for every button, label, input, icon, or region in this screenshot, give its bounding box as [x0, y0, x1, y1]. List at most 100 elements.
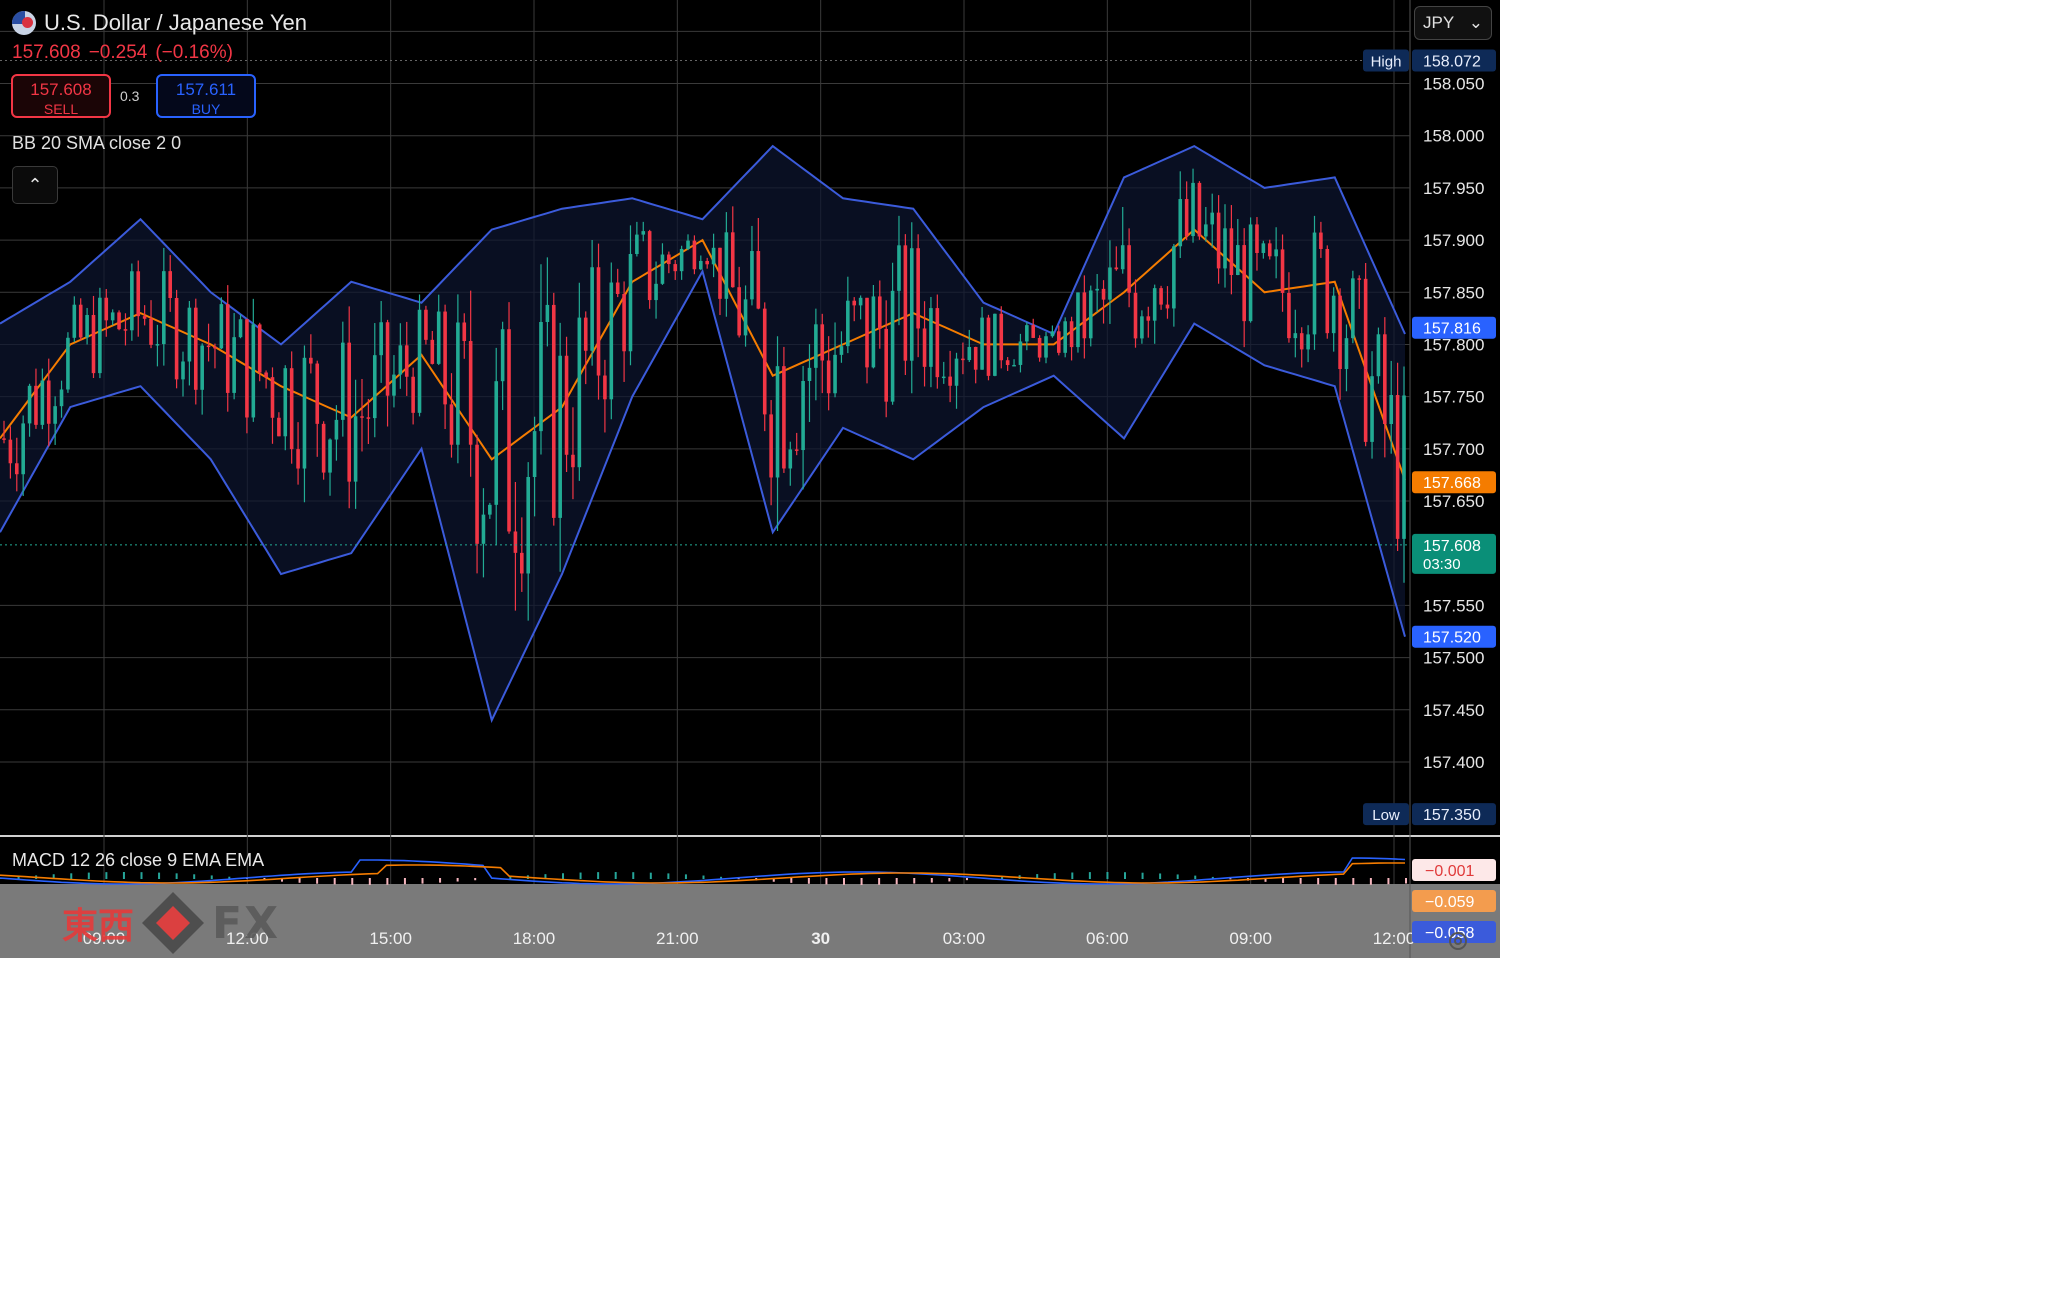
- candle-body: [328, 439, 332, 473]
- candle-body: [1063, 321, 1067, 353]
- macd-histogram-bar: [1369, 878, 1372, 885]
- candle-body: [980, 317, 984, 370]
- candle-body: [500, 329, 505, 382]
- candle-body: [788, 449, 793, 469]
- candle-body: [98, 297, 102, 374]
- candle-body: [948, 376, 952, 386]
- macd-histogram-bar: [87, 872, 90, 879]
- candle-body: [897, 245, 901, 291]
- candle-body: [782, 366, 786, 469]
- candle-body: [1357, 278, 1362, 280]
- y-tick-label: 157.450: [1423, 701, 1484, 720]
- candle-body: [558, 355, 562, 518]
- candle-body: [302, 357, 307, 469]
- candle-body: [532, 431, 537, 478]
- price-change: −0.254: [88, 42, 148, 63]
- candle-body: [877, 296, 882, 329]
- buy-button[interactable]: 157.611 BUY: [156, 74, 256, 118]
- candle-body: [571, 454, 575, 468]
- macd-indicator-legend[interactable]: MACD 12 26 close 9 EMA EMA: [12, 850, 264, 871]
- candle-body: [174, 297, 179, 380]
- broker-logo: 東西 FX: [62, 888, 280, 958]
- candle-body: [801, 380, 805, 451]
- collapse-legend-button[interactable]: ⌃: [12, 166, 58, 204]
- candle-body: [104, 297, 109, 321]
- macd-histogram-bar: [948, 878, 951, 882]
- symbol-header: U.S. Dollar / Japanese Yen: [12, 8, 307, 38]
- macd-histogram-bar: [1053, 873, 1056, 879]
- macd-histogram-bar: [316, 878, 319, 884]
- buy-price: 157.611: [175, 80, 237, 99]
- candle-body: [858, 297, 863, 306]
- candle-body: [321, 423, 326, 473]
- candle-body: [481, 514, 486, 544]
- candle-body: [85, 314, 89, 338]
- candle-body: [615, 282, 620, 294]
- candle-body: [462, 322, 467, 342]
- candle-body: [667, 254, 671, 265]
- y-tick-label: 157.950: [1423, 179, 1484, 198]
- candle-body: [699, 260, 703, 270]
- macd-histogram-bar: [122, 872, 125, 879]
- candle-body: [251, 324, 256, 418]
- candle-body: [72, 304, 77, 338]
- candle-body: [494, 381, 499, 505]
- candle-body: [762, 308, 767, 415]
- candle-body: [1076, 292, 1080, 348]
- candle-body: [769, 414, 773, 478]
- candle-body: [46, 380, 51, 424]
- candle-body: [807, 367, 812, 381]
- candle-body: [1363, 278, 1368, 442]
- candle-body: [162, 271, 166, 345]
- candle-body: [225, 304, 230, 393]
- candle-body: [1012, 364, 1016, 367]
- candle-body: [737, 287, 741, 336]
- x-tick-label: 21:00: [656, 929, 699, 948]
- candle-body: [1204, 224, 1208, 237]
- candle-body: [641, 231, 646, 235]
- candle-body: [583, 317, 588, 351]
- candle-body: [1344, 338, 1349, 370]
- currency-select[interactable]: JPY ⌄: [1414, 6, 1492, 40]
- macd-histogram-bar: [158, 872, 161, 879]
- candle-body: [1120, 245, 1125, 270]
- candle-body: [1287, 292, 1291, 339]
- macd-histogram-bar: [1176, 874, 1179, 879]
- logo-fx-text: FX: [212, 897, 280, 949]
- bb-indicator-legend[interactable]: BB 20 SMA close 2 0: [12, 133, 181, 154]
- macd-histogram-bar: [1387, 878, 1390, 885]
- candle-body: [1331, 295, 1336, 334]
- candle-body: [392, 374, 396, 396]
- macd-histogram-bar: [351, 878, 354, 885]
- macd-histogram-bar: [614, 872, 617, 879]
- candle-body: [475, 444, 479, 544]
- candle-body: [1018, 341, 1023, 365]
- candle-body: [820, 324, 825, 361]
- candle-body: [1248, 224, 1253, 322]
- candle-body: [750, 251, 754, 300]
- candle-body: [635, 234, 639, 254]
- candle-body: [520, 552, 524, 574]
- chevron-down-icon: ⌄: [1468, 13, 1483, 32]
- macd-histogram-bar: [368, 878, 371, 885]
- x-tick-label: 15:00: [369, 929, 412, 948]
- candle-body: [622, 293, 626, 352]
- candle-body: [1037, 337, 1042, 358]
- macd-histogram-bar: [1088, 872, 1091, 879]
- candle-body: [59, 389, 64, 407]
- candle-body: [1101, 288, 1106, 300]
- candle-body: [865, 297, 869, 368]
- candle-body: [1191, 182, 1195, 237]
- macd-histogram-bar: [140, 872, 143, 879]
- sell-button[interactable]: 157.608 SELL: [11, 74, 111, 118]
- price-chart[interactable]: 158.100158.050158.000157.950157.900157.8…: [0, 0, 1500, 958]
- macd-histogram-bar: [562, 873, 564, 879]
- y-tick-label: 158.050: [1423, 75, 1484, 94]
- candle-body: [123, 329, 128, 331]
- candle-body: [14, 463, 19, 475]
- candle-body: [603, 375, 607, 400]
- gear-icon[interactable]: [1445, 928, 1471, 954]
- candle-body: [270, 377, 275, 418]
- candle-body: [264, 372, 268, 378]
- candle-body: [1088, 290, 1093, 339]
